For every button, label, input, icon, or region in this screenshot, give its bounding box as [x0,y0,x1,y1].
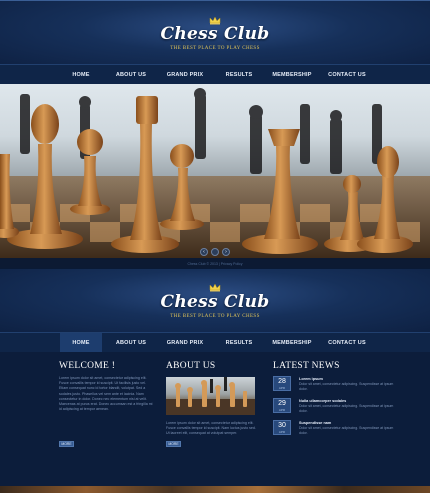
about-more-button[interactable]: MORE [166,441,181,447]
chess-thumbnail [166,377,255,415]
welcome-more-button[interactable]: MORE [59,441,74,447]
chess-pieces-illustration [0,88,430,258]
news-date-badge: 29 APR [273,398,291,413]
content-area [0,352,430,486]
secondary-nav: HOME ABOUT US GRAND PRIX RESULTS MEMBERS… [0,332,430,354]
news-month: APR [278,430,286,434]
news-item-title[interactable]: Lorem ipsum [299,377,323,381]
about-title: ABOUT US [166,361,216,371]
welcome-title: WELCOME ! [59,361,116,371]
nav-contact-us[interactable]: CONTACT US [324,333,370,354]
news-month: APR [278,408,286,412]
nav-home[interactable]: HOME [60,65,102,86]
main-nav: HOME ABOUT US GRAND PRIX RESULTS MEMBERS… [0,64,430,86]
news-day: 30 [278,422,286,429]
logo[interactable]: Chess Club THE BEST PLACE TO PLAY CHESS [0,292,430,319]
about-text: Lorem ipsum dolor sit amet, consectetur … [166,421,256,436]
welcome-text: Lorem ipsum dolor sit amet, consectetur … [59,376,153,412]
copyright-text: Chess Club © 2013 | Privacy Policy [187,262,243,266]
news-title: LATEST NEWS [273,361,340,371]
nav-about-us[interactable]: ABOUT US [110,65,152,86]
logo-tagline: THE BEST PLACE TO PLAY CHESS [170,314,260,319]
slider-next-button[interactable]: › [222,248,230,256]
footer-image-strip [0,486,430,493]
news-date-badge: 30 APR [273,420,291,435]
header: Chess Club THE BEST PLACE TO PLAY CHESS [0,0,430,66]
hero-image [0,84,430,258]
news-month: APR [278,386,286,390]
second-header: Chess Club THE BEST PLACE TO PLAY CHESS [0,268,430,332]
slider-dot-button[interactable] [211,248,219,256]
nav-grand-prix[interactable]: GRAND PRIX [162,333,208,354]
news-item-text: Dolor sit amet, consectetur adipiscing. … [299,404,394,413]
logo-title: Chess Club [160,24,270,44]
about-image [166,377,255,415]
logo-tagline: THE BEST PLACE TO PLAY CHESS [170,46,260,51]
logo-title: Chess Club [160,292,270,312]
news-date-badge: 28 APR [273,376,291,391]
news-item-text: Dolor sit amet, consectetur adipiscing. … [299,426,394,435]
news-day: 28 [278,378,286,385]
nav-grand-prix[interactable]: GRAND PRIX [162,65,208,86]
nav-results[interactable]: RESULTS [218,65,260,86]
news-item-title[interactable]: Suspendisse nam [299,421,331,425]
logo[interactable]: Chess Club THE BEST PLACE TO PLAY CHESS [0,24,430,51]
news-day: 29 [278,400,286,407]
slider-prev-button[interactable]: ‹ [200,248,208,256]
nav-about-us[interactable]: ABOUT US [110,333,152,354]
nav-contact-us[interactable]: CONTACT US [324,65,370,86]
nav-membership[interactable]: MEMBERSHIP [268,333,316,354]
nav-membership[interactable]: MEMBERSHIP [268,65,316,86]
crown-icon [209,283,221,292]
news-item-text: Dolor sit amet, consectetur adipiscing. … [299,382,394,391]
nav-results[interactable]: RESULTS [218,333,260,354]
news-item-title[interactable]: Nulla ullamcorper sodales [299,399,346,403]
nav-home[interactable]: HOME [60,333,102,354]
